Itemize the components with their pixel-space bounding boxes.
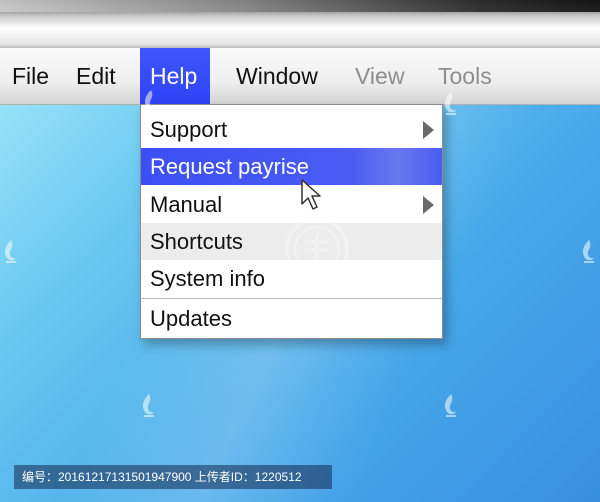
menu-window[interactable]: Window	[226, 48, 328, 104]
menu-option-label: System info	[150, 266, 265, 291]
menu-bar: File Edit Help Window View Tools	[0, 48, 600, 105]
submenu-arrow-icon	[423, 121, 434, 139]
menu-file[interactable]: File	[2, 48, 59, 104]
watermark-logo-icon	[4, 240, 16, 263]
menu-option-updates[interactable]: Updates	[141, 300, 442, 337]
menu-option-label: Shortcuts	[150, 229, 243, 254]
watermark-logo-icon	[144, 90, 156, 113]
image-id-caption: 编号：20161217131501947900 上传者ID：1220512	[14, 465, 332, 489]
menu-option-label: Support	[150, 117, 228, 142]
watermark-logo-icon	[142, 394, 154, 417]
window-titlebar	[0, 0, 600, 48]
submenu-arrow-icon	[423, 196, 434, 214]
menu-option-request-payrise[interactable]: Request payrise	[141, 148, 442, 185]
menu-divider	[141, 298, 442, 299]
watermark-logo-icon	[444, 92, 456, 115]
mouse-pointer-icon	[301, 179, 321, 210]
watermark-logo-icon	[444, 394, 456, 417]
menu-view[interactable]: View	[345, 48, 414, 104]
menu-option-label: Manual	[150, 192, 223, 217]
menu-option-label: Updates	[150, 306, 232, 331]
menu-option-support[interactable]: Support	[141, 111, 442, 148]
watermark-logo-icon	[582, 240, 594, 263]
titlebar-shade	[0, 0, 600, 12]
watermark-stamp-logo	[285, 217, 349, 281]
menu-edit[interactable]: Edit	[66, 48, 126, 104]
menu-option-label: Request payrise	[150, 154, 309, 179]
